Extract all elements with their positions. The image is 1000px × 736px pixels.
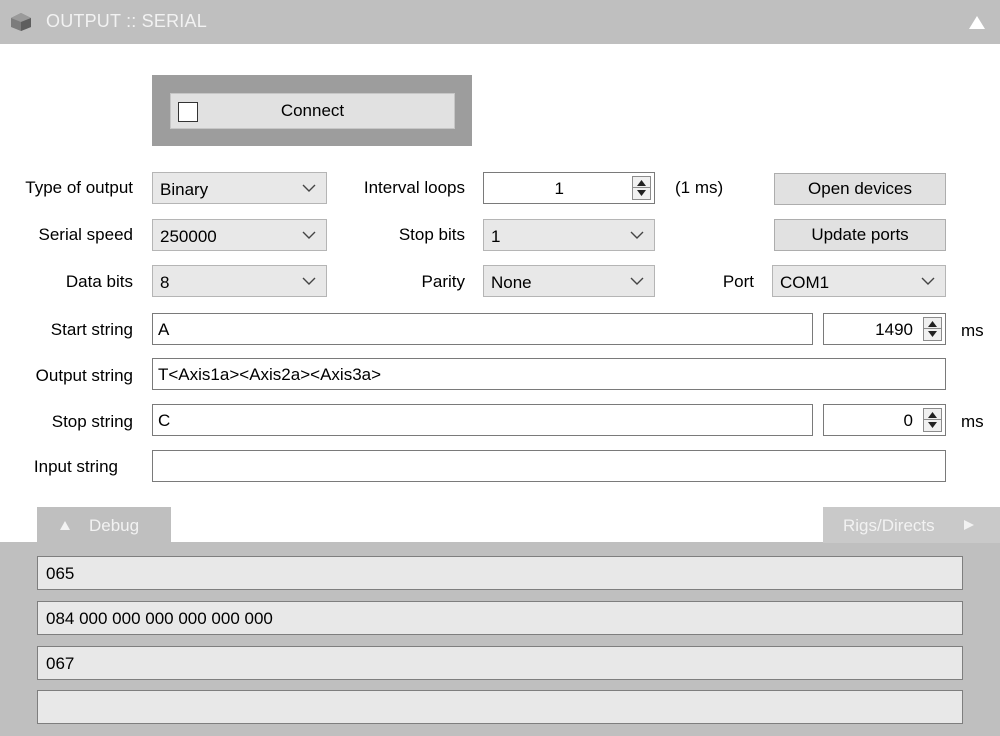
stop-delay-unit: ms	[961, 412, 984, 431]
serial-speed-value: 250000	[160, 227, 217, 246]
spin-up-icon[interactable]	[636, 179, 647, 187]
stop-bits-value: 1	[491, 227, 501, 246]
start-delay-unit: ms	[961, 321, 984, 340]
parity-label: Parity	[421, 272, 465, 291]
input-string-label: Input string	[33, 457, 118, 476]
debug-input-output	[37, 690, 963, 724]
data-bits-label: Data bits	[65, 272, 133, 291]
debug-start-output: 065	[37, 556, 963, 590]
stop-delay-spin-buttons[interactable]	[923, 408, 942, 432]
tab-rigs-directs[interactable]: Rigs/Directs	[823, 507, 1000, 543]
port-select[interactable]: COM1	[772, 265, 946, 297]
triangle-right-icon	[964, 520, 974, 530]
data-bits-value: 8	[160, 273, 170, 292]
input-string-input[interactable]	[152, 450, 946, 482]
start-string-label: Start string	[50, 320, 133, 339]
window-title: OUTPUT :: SERIAL	[46, 11, 207, 31]
interval-loops-label: Interval loops	[363, 178, 465, 197]
port-label: Port	[722, 272, 754, 291]
debug-output-output: 084 000 000 000 000 000 000	[37, 601, 963, 635]
start-delay-spin-buttons[interactable]	[923, 317, 942, 341]
chevron-down-icon	[630, 277, 644, 285]
serial-speed-label: Serial speed	[38, 225, 133, 244]
triangle-up-icon	[60, 521, 70, 530]
chevron-down-icon	[921, 277, 935, 285]
spin-up-icon[interactable]	[927, 320, 938, 328]
stop-string-label: Stop string	[51, 412, 133, 431]
interval-loops-stepper[interactable]: 1	[483, 172, 655, 204]
spin-down-icon[interactable]	[927, 330, 938, 338]
output-string-input[interactable]: T<Axis1a><Axis2a><Axis3a>	[152, 358, 946, 390]
interval-loops-value: 1	[554, 179, 564, 198]
output-string-value: T<Axis1a><Axis2a><Axis3a>	[158, 365, 382, 384]
interval-loops-suffix: (1 ms)	[675, 178, 724, 197]
stop-string-input[interactable]: C	[152, 404, 813, 436]
connect-label: Connect	[280, 101, 345, 120]
chevron-down-icon	[302, 231, 316, 239]
stop-delay-stepper[interactable]: 0	[823, 404, 946, 436]
start-string-value: A	[158, 320, 170, 339]
stop-delay-value: 0	[903, 411, 913, 430]
type-of-output-label: Type of output	[25, 178, 133, 197]
serial-speed-select[interactable]: 250000	[152, 219, 327, 251]
interval-loops-spin-buttons[interactable]	[632, 176, 651, 200]
spin-up-icon[interactable]	[927, 411, 938, 419]
type-of-output-select[interactable]: Binary	[152, 172, 327, 204]
stop-string-value: C	[158, 411, 171, 430]
debug-line: 065	[46, 564, 75, 583]
debug-line: 084 000 000 000 000 000 000	[46, 609, 273, 628]
start-string-input[interactable]: A	[152, 313, 813, 345]
spin-down-icon[interactable]	[636, 189, 647, 197]
open-devices-button[interactable]: Open devices	[774, 173, 946, 205]
chevron-down-icon	[302, 184, 316, 192]
port-value: COM1	[780, 273, 830, 292]
tab-rigs-label: Rigs/Directs	[843, 516, 935, 535]
triangle-up-icon[interactable]	[966, 12, 988, 32]
cube-icon	[11, 13, 31, 31]
parity-value: None	[491, 273, 532, 292]
chevron-down-icon	[302, 277, 316, 285]
stop-bits-select[interactable]: 1	[483, 219, 655, 251]
data-bits-select[interactable]: 8	[152, 265, 327, 297]
debug-line: 067	[46, 654, 75, 673]
tab-debug[interactable]: Debug	[37, 507, 171, 543]
update-ports-button[interactable]: Update ports	[774, 219, 946, 251]
spin-down-icon[interactable]	[927, 421, 938, 429]
stop-bits-label: Stop bits	[398, 225, 465, 244]
parity-select[interactable]: None	[483, 265, 655, 297]
chevron-down-icon	[630, 231, 644, 239]
output-string-label: Output string	[35, 366, 133, 385]
type-of-output-value: Binary	[160, 180, 209, 199]
debug-stop-output: 067	[37, 646, 963, 680]
start-delay-value: 1490	[875, 320, 913, 339]
tab-debug-label: Debug	[89, 516, 140, 535]
start-delay-stepper[interactable]: 1490	[823, 313, 946, 345]
